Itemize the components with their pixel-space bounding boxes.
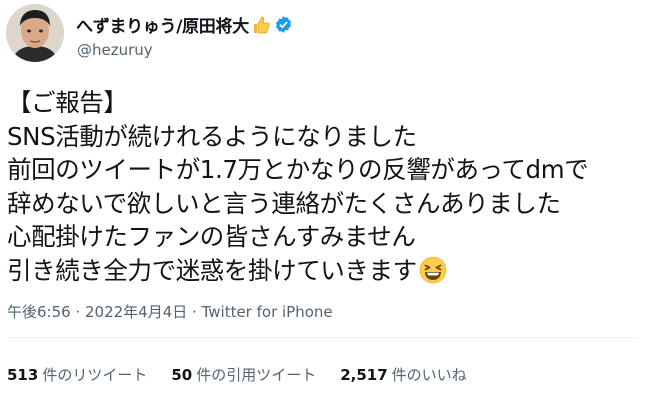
- grinning-squinting-face-icon: [419, 256, 447, 293]
- divider: [7, 337, 639, 338]
- tweet-line: SNS活動が続けれるようになりました: [7, 121, 417, 151]
- tweet-stats: 513 件のリツイート 50 件の引用ツイート 2,517 件のいいね: [7, 364, 491, 385]
- thumbs-up-icon: [251, 15, 271, 35]
- tweet-source[interactable]: Twitter for iPhone: [202, 303, 333, 321]
- author-name-row[interactable]: へずまりゅう/原田将大: [76, 12, 293, 37]
- author-avatar[interactable]: [6, 4, 64, 62]
- tweet-meta: 午後6:56 · 2022年4月4日 · Twitter for iPhone: [7, 301, 333, 322]
- tweet-time[interactable]: 午後6:56: [7, 303, 71, 321]
- author-display-name[interactable]: へずまりゅう/原田将大: [76, 12, 249, 37]
- tweet-date[interactable]: 2022年4月4日: [85, 303, 187, 321]
- tweet-line-text: 引き続き全力で迷惑を掛けていきます: [7, 255, 417, 285]
- tweet-line: 心配掛けたファンの皆さんすみません: [7, 222, 416, 251]
- tweet-text: 【ご報告】 SNS活動が続けれるようになりました 前回のツイートが1.7万とかな…: [7, 86, 639, 292]
- meta-separator: ·: [187, 303, 202, 321]
- tweet-line: 【ご報告】: [7, 88, 128, 117]
- tweet-line-last: 引き続き全力で迷惑を掛けていきます: [7, 254, 639, 293]
- likes-label: 件のいいね: [391, 366, 467, 384]
- tweet-line: 辞めないで欲しいと言う連絡がたくさんありました: [7, 188, 561, 218]
- verified-badge-icon: [274, 15, 293, 34]
- quotes-label: 件の引用ツイート: [196, 366, 317, 384]
- retweets-stat[interactable]: 513 件のリツイート: [7, 364, 147, 385]
- quotes-count: 50: [171, 366, 193, 384]
- author-handle[interactable]: @hezuruy: [77, 41, 153, 59]
- retweets-label: 件のリツイート: [42, 366, 148, 384]
- tweet-line: 前回のツイートが1.7万とかなりの反響があってdmで: [7, 155, 589, 184]
- likes-stat[interactable]: 2,517 件のいいね: [340, 364, 466, 385]
- quotes-stat[interactable]: 50 件の引用ツイート: [171, 364, 316, 385]
- retweets-count: 513: [7, 366, 39, 384]
- likes-count: 2,517: [340, 366, 388, 384]
- meta-separator: ·: [70, 303, 85, 321]
